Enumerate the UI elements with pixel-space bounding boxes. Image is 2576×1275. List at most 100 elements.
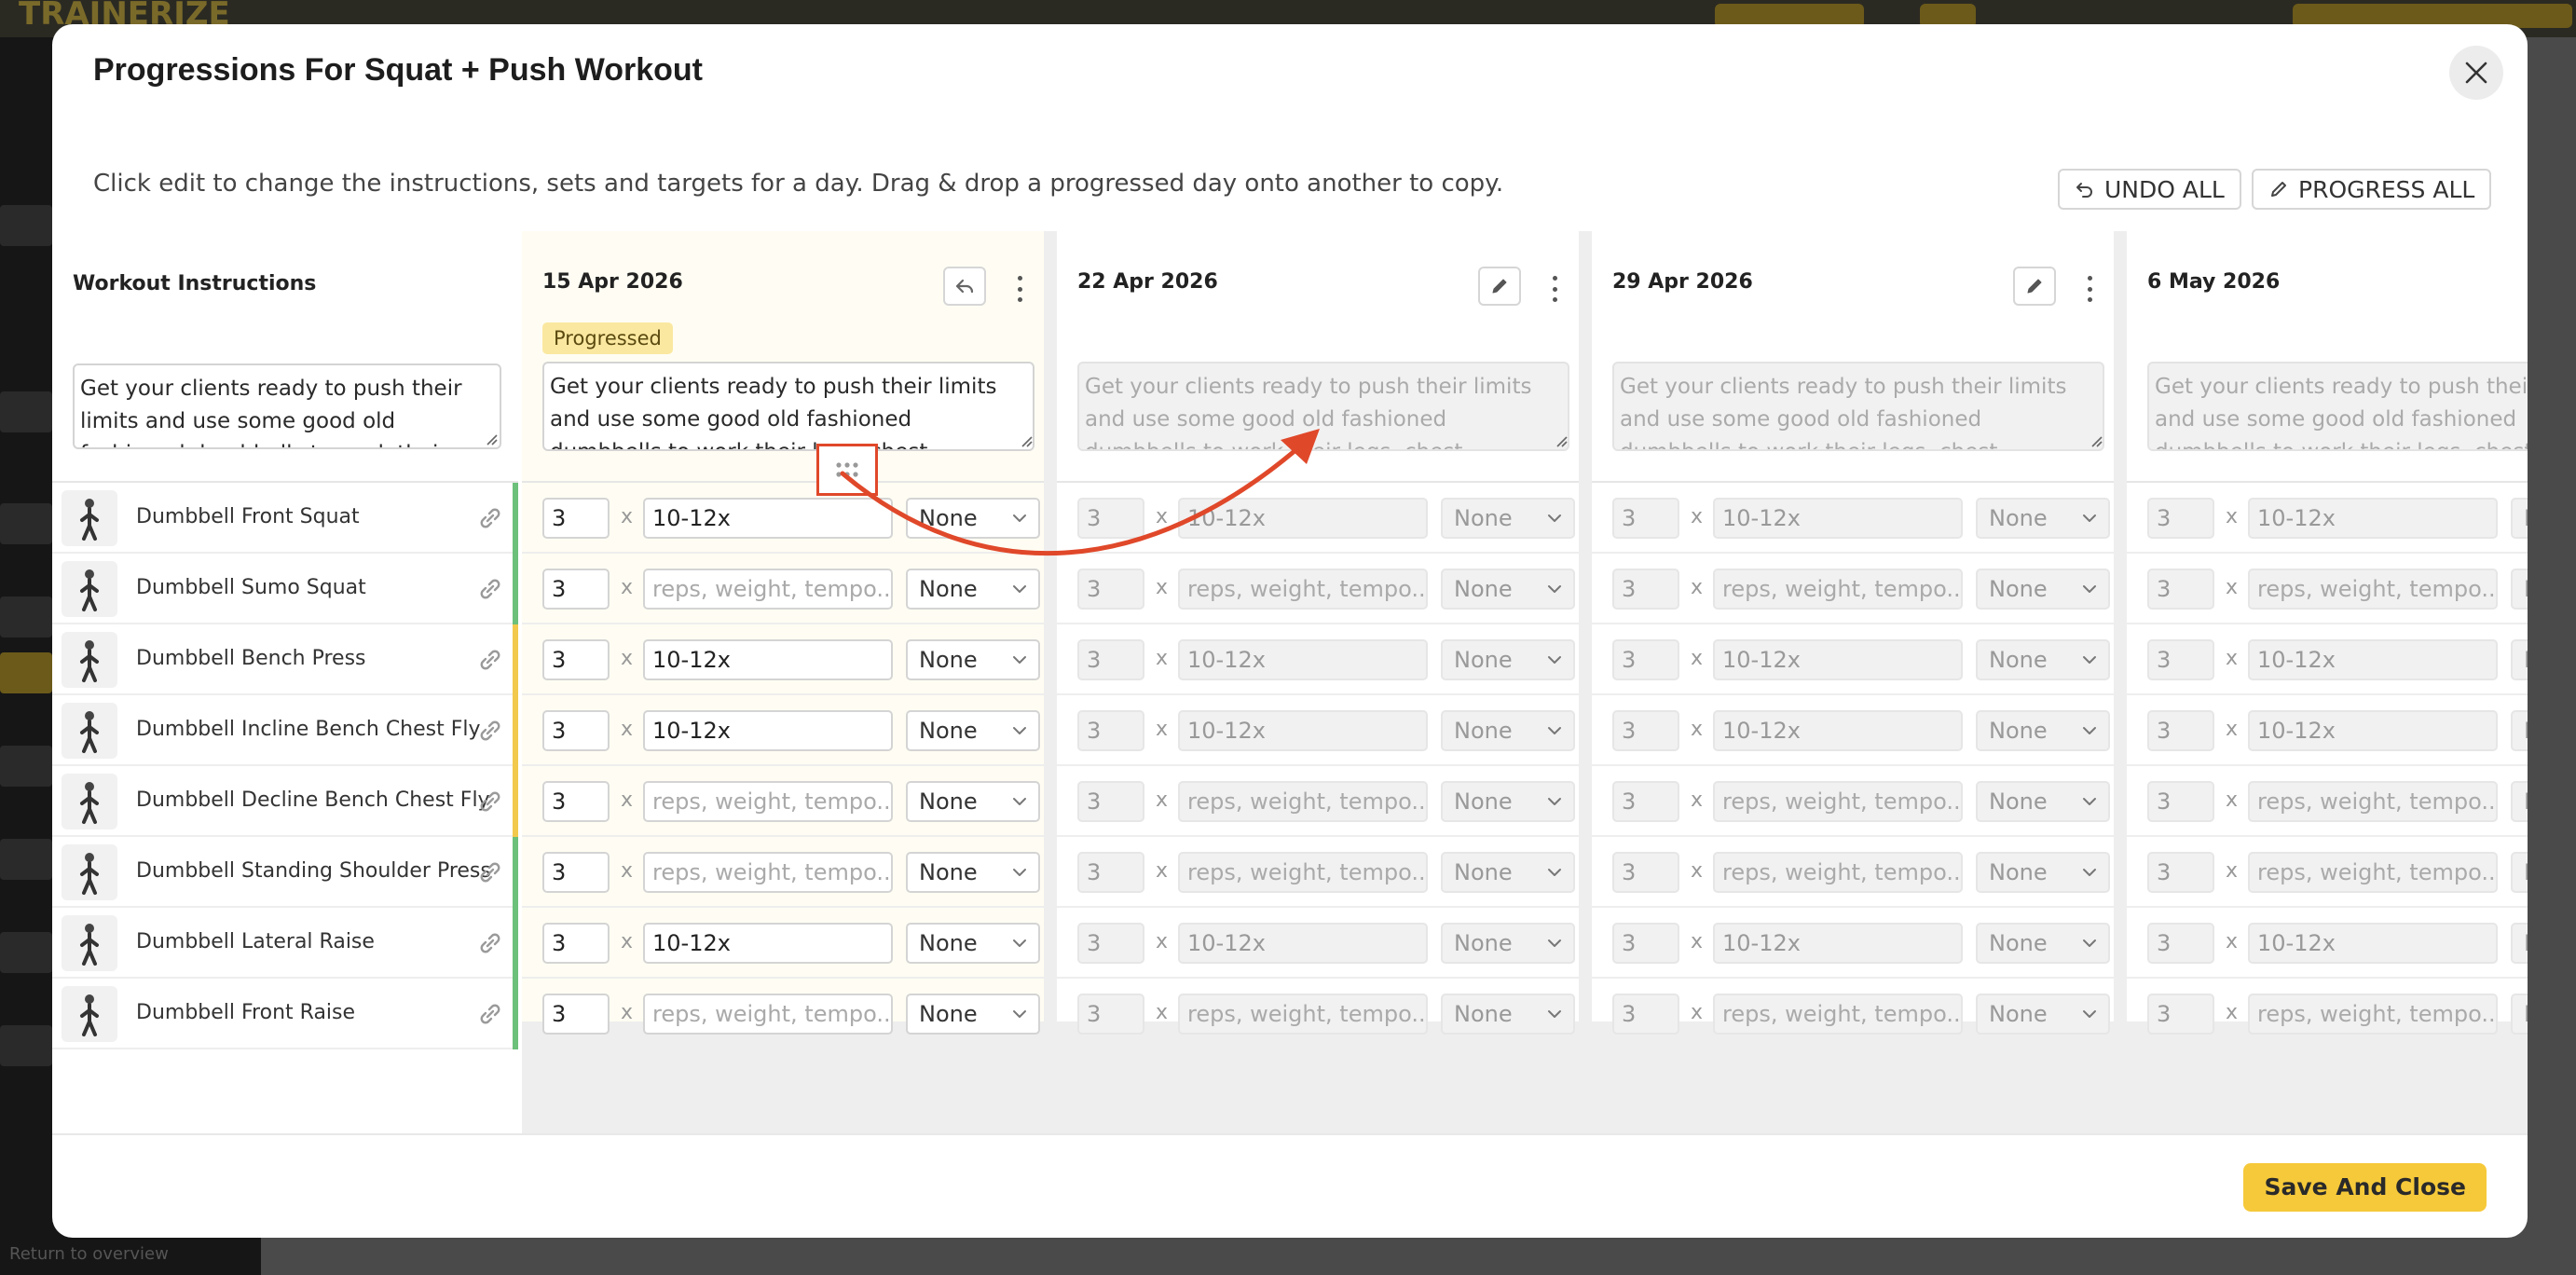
sets-input[interactable]: 3 xyxy=(1612,639,1679,680)
edit-day-button[interactable] xyxy=(1478,267,1521,306)
save-and-close-button[interactable]: Save And Close xyxy=(2243,1163,2487,1212)
reps-input[interactable]: 10-12x xyxy=(2248,639,2498,680)
reps-input[interactable]: 10-12x xyxy=(1713,923,1963,964)
reps-input[interactable]: reps, weight, tempo... xyxy=(1178,994,1428,1035)
rest-select[interactable]: None xyxy=(906,781,1040,822)
edit-day-button[interactable] xyxy=(2013,267,2056,306)
rest-select[interactable]: None xyxy=(1441,569,1575,610)
rest-select[interactable]: None xyxy=(1441,710,1575,751)
link-icon[interactable] xyxy=(475,645,505,675)
rest-select[interactable]: None xyxy=(906,852,1040,893)
rest-select[interactable]: N xyxy=(2511,639,2528,680)
reps-input[interactable]: 10-12x xyxy=(1713,710,1963,751)
sets-input[interactable]: 3 xyxy=(1077,639,1144,680)
day-menu-button[interactable] xyxy=(1545,272,1564,306)
sets-input[interactable]: 3 xyxy=(1612,569,1679,610)
sets-input[interactable]: 3 xyxy=(2147,498,2214,539)
rest-select[interactable]: None xyxy=(1976,710,2110,751)
sets-input[interactable]: 3 xyxy=(542,569,610,610)
sets-input[interactable]: 3 xyxy=(2147,569,2214,610)
reps-input[interactable]: 10-12x xyxy=(2248,710,2498,751)
sets-input[interactable]: 3 xyxy=(1077,710,1144,751)
reps-input[interactable]: 10-12x xyxy=(1178,710,1428,751)
day-instructions-textarea[interactable]: Get your clients ready to push their lim… xyxy=(542,362,1035,451)
rest-select[interactable]: N xyxy=(2511,498,2528,539)
sets-input[interactable]: 3 xyxy=(1077,569,1144,610)
sets-input[interactable]: 3 xyxy=(542,781,610,822)
sets-input[interactable]: 3 xyxy=(1077,781,1144,822)
rest-select[interactable]: N xyxy=(2511,994,2528,1035)
rest-select[interactable]: None xyxy=(1441,994,1575,1035)
sets-input[interactable]: 3 xyxy=(542,639,610,680)
sets-input[interactable]: 3 xyxy=(1612,852,1679,893)
sets-input[interactable]: 3 xyxy=(2147,781,2214,822)
rest-select[interactable]: None xyxy=(1441,781,1575,822)
reps-input[interactable]: reps, weight, tempo... xyxy=(2248,994,2498,1035)
rest-select[interactable]: None xyxy=(1976,852,2110,893)
progress-all-button[interactable]: PROGRESS ALL xyxy=(2252,169,2492,210)
sets-input[interactable]: 3 xyxy=(1612,781,1679,822)
rest-select[interactable]: None xyxy=(906,498,1040,539)
link-icon[interactable] xyxy=(475,857,505,887)
resize-handle-icon[interactable] xyxy=(1020,434,1033,447)
rest-select[interactable]: None xyxy=(1976,923,2110,964)
rest-select[interactable]: N xyxy=(2511,710,2528,751)
sets-input[interactable]: 3 xyxy=(542,923,610,964)
day-menu-button[interactable] xyxy=(1010,272,1029,306)
link-icon[interactable] xyxy=(475,574,505,604)
reps-input[interactable]: reps, weight, tempo... xyxy=(1713,994,1963,1035)
reps-input[interactable]: 10-12x xyxy=(643,498,893,539)
sets-input[interactable]: 3 xyxy=(1612,498,1679,539)
rest-select[interactable]: N xyxy=(2511,569,2528,610)
rest-select[interactable]: None xyxy=(906,569,1040,610)
rest-select[interactable]: None xyxy=(1441,923,1575,964)
reps-input[interactable]: reps, weight, tempo... xyxy=(2248,781,2498,822)
link-icon[interactable] xyxy=(475,999,505,1029)
sets-input[interactable]: 3 xyxy=(2147,852,2214,893)
rest-select[interactable]: N xyxy=(2511,852,2528,893)
link-icon[interactable] xyxy=(475,787,505,816)
day-instructions-textarea[interactable]: Get your clients ready to push their lim… xyxy=(1612,362,2104,451)
reps-input[interactable]: 10-12x xyxy=(643,710,893,751)
resize-handle-icon[interactable] xyxy=(1555,434,1568,447)
sets-input[interactable]: 3 xyxy=(2147,710,2214,751)
rest-select[interactable]: None xyxy=(1441,498,1575,539)
rest-select[interactable]: None xyxy=(906,923,1040,964)
workout-instructions-textarea[interactable]: Get your clients ready to push their lim… xyxy=(73,363,501,449)
rest-select[interactable]: None xyxy=(1976,994,2110,1035)
rest-select[interactable]: None xyxy=(906,639,1040,680)
link-icon[interactable] xyxy=(475,928,505,958)
reps-input[interactable]: reps, weight, tempo... xyxy=(1713,569,1963,610)
sets-input[interactable]: 3 xyxy=(2147,639,2214,680)
reps-input[interactable]: 10-12x xyxy=(1713,498,1963,539)
resize-handle-icon[interactable] xyxy=(2090,434,2103,447)
close-button[interactable] xyxy=(2449,46,2503,100)
reps-input[interactable]: 10-12x xyxy=(2248,923,2498,964)
reps-input[interactable]: reps, weight, tempo... xyxy=(1713,781,1963,822)
rest-select[interactable]: None xyxy=(906,994,1040,1035)
sets-input[interactable]: 3 xyxy=(1077,852,1144,893)
reps-input[interactable]: reps, weight, tempo... xyxy=(1178,781,1428,822)
day-menu-button[interactable] xyxy=(2080,272,2099,306)
reps-input[interactable]: reps, weight, tempo... xyxy=(643,994,893,1035)
reps-input[interactable]: 10-12x xyxy=(1713,639,1963,680)
rest-select[interactable]: None xyxy=(906,710,1040,751)
reps-input[interactable]: 10-12x xyxy=(643,639,893,680)
undo-all-button[interactable]: UNDO ALL xyxy=(2058,169,2241,210)
resize-handle-icon[interactable] xyxy=(485,432,498,446)
sets-input[interactable]: 3 xyxy=(1612,923,1679,964)
day-instructions-textarea[interactable]: Get your clients ready to push their lim… xyxy=(2147,362,2528,451)
sets-input[interactable]: 3 xyxy=(1077,923,1144,964)
sets-input[interactable]: 3 xyxy=(1077,498,1144,539)
reps-input[interactable]: 10-12x xyxy=(1178,498,1428,539)
reps-input[interactable]: reps, weight, tempo... xyxy=(1713,852,1963,893)
reps-input[interactable]: 10-12x xyxy=(643,923,893,964)
rest-select[interactable]: None xyxy=(1976,498,2110,539)
reps-input[interactable]: 10-12x xyxy=(1178,923,1428,964)
rest-select[interactable]: None xyxy=(1441,639,1575,680)
rest-select[interactable]: N xyxy=(2511,923,2528,964)
sets-input[interactable]: 3 xyxy=(542,498,610,539)
reps-input[interactable]: reps, weight, tempo... xyxy=(643,569,893,610)
reps-input[interactable]: reps, weight, tempo... xyxy=(643,852,893,893)
reps-input[interactable]: reps, weight, tempo... xyxy=(643,781,893,822)
